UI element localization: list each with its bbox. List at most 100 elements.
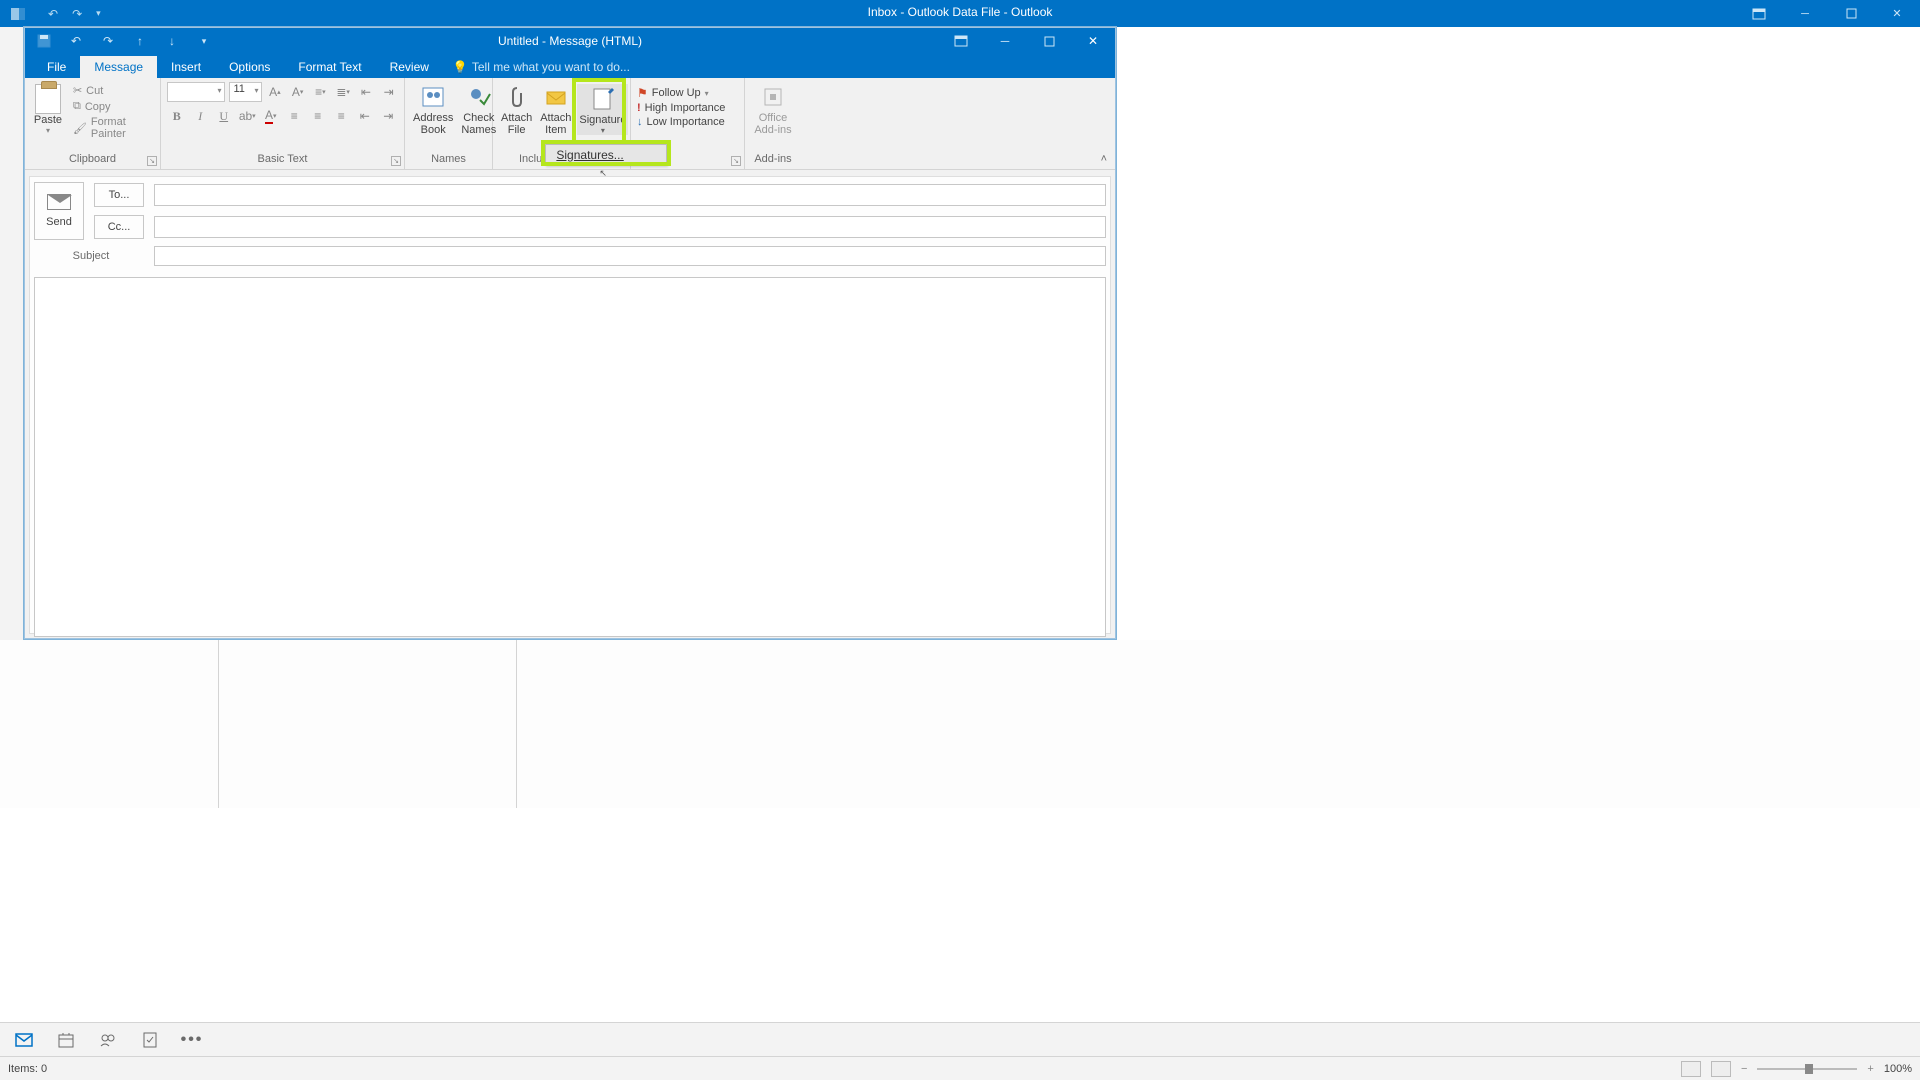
tab-review[interactable]: Review [376, 56, 443, 78]
group-label-addins: Add-ins [751, 153, 795, 167]
view-reading-icon[interactable] [1711, 1061, 1731, 1077]
paperclip-icon [502, 82, 532, 112]
tab-file[interactable]: File [33, 56, 80, 78]
to-input[interactable] [154, 184, 1106, 206]
tasks-nav-icon[interactable] [140, 1030, 160, 1050]
tab-options[interactable]: Options [215, 56, 284, 78]
signature-button[interactable]: Signature ▾ Signatures... ↖ [577, 84, 628, 135]
qat-customize-icon[interactable]: ▾ [195, 32, 213, 50]
addins-icon [758, 82, 788, 112]
attach-file-button[interactable]: Attach File [499, 82, 534, 136]
redo-icon[interactable]: ↷ [99, 32, 117, 50]
save-icon[interactable] [35, 32, 53, 50]
calendar-nav-icon[interactable] [56, 1030, 76, 1050]
font-size-input[interactable]: 11▾ [229, 82, 262, 102]
chevron-down-icon: ▾ [46, 126, 50, 135]
prev-item-icon[interactable]: ↑ [131, 32, 149, 50]
increase-indent-button[interactable]: ⇥ [379, 106, 399, 126]
minimize-icon[interactable]: ─ [1782, 0, 1828, 27]
paste-button[interactable]: Paste ▾ [31, 82, 65, 142]
ribbon-display-options-icon[interactable] [1736, 0, 1782, 27]
grow-font-button[interactable]: A▴ [266, 82, 285, 102]
underline-button[interactable]: U [214, 106, 234, 126]
highlight-button[interactable]: ab▾ [238, 106, 258, 126]
ribbon-group-tags: ⚑Follow Up▾ !High Importance ↓Low Import… [631, 78, 745, 169]
office-addins-button[interactable]: Office Add-ins [751, 82, 795, 136]
indent-button[interactable]: ⇥ [379, 82, 398, 102]
send-button[interactable]: Send [34, 182, 84, 240]
paste-label: Paste [34, 114, 62, 126]
align-left-button[interactable]: ≡ [285, 106, 305, 126]
ribbon-group-basic-text: ▾ 11▾ A▴ A▾ ≡▾ ≣▾ ⇤ ⇥ B I U ab▾ A▾ ≡ ≡ [161, 78, 405, 169]
bold-button[interactable]: B [167, 106, 187, 126]
follow-up-button[interactable]: ⚑Follow Up▾ [637, 86, 738, 100]
zoom-in-icon[interactable]: + [1867, 1063, 1873, 1075]
mail-nav-icon[interactable] [14, 1030, 34, 1050]
scissors-icon: ✂ [73, 84, 82, 97]
attach-item-icon [541, 82, 571, 112]
undo-icon[interactable]: ↶ [67, 32, 85, 50]
subject-label: Subject [34, 250, 148, 262]
bullets-button[interactable]: ≡▾ [311, 82, 330, 102]
ribbon-display-options-icon[interactable] [939, 28, 983, 54]
message-body-input[interactable] [34, 277, 1106, 637]
zoom-out-icon[interactable]: − [1741, 1063, 1747, 1075]
main-window-title: Inbox - Outlook Data File - Outlook [0, 5, 1920, 19]
attach-item-label: Attach Item [540, 112, 571, 136]
flag-icon: ⚑ [637, 86, 648, 100]
italic-button[interactable]: I [191, 106, 211, 126]
outdent-button[interactable]: ⇤ [357, 82, 376, 102]
numbering-button[interactable]: ≣▾ [334, 82, 353, 102]
cut-button[interactable]: ✂Cut [73, 84, 154, 97]
to-button[interactable]: To... [94, 183, 144, 207]
view-normal-icon[interactable] [1681, 1061, 1701, 1077]
copy-button[interactable]: ⧉Copy [73, 100, 154, 113]
align-right-button[interactable]: ≡ [332, 106, 352, 126]
check-names-label: Check Names [461, 112, 496, 136]
cc-button[interactable]: Cc... [94, 215, 144, 239]
zoom-level[interactable]: 100% [1884, 1063, 1912, 1075]
dialog-launcher-icon[interactable]: ↘ [391, 156, 401, 166]
dialog-launcher-icon[interactable]: ↘ [731, 156, 741, 166]
low-importance-button[interactable]: ↓Low Importance [637, 116, 738, 128]
chevron-down-icon: ▾ [217, 86, 221, 95]
maximize-icon[interactable] [1027, 28, 1071, 54]
tell-me-search[interactable]: 💡 Tell me what you want to do... [453, 60, 630, 78]
ribbon-group-include: Attach File Attach Item Signature ▾ Sign… [493, 78, 631, 169]
format-painter-button[interactable]: 🖌Format Painter [73, 116, 154, 140]
lightbulb-icon: 💡 [453, 60, 468, 74]
high-importance-button[interactable]: !High Importance [637, 102, 738, 114]
close-icon[interactable]: ✕ [1874, 0, 1920, 27]
shrink-font-button[interactable]: A▾ [288, 82, 307, 102]
cc-input[interactable] [154, 216, 1106, 238]
group-label-clipboard: Clipboard [31, 153, 154, 167]
tab-message[interactable]: Message [80, 56, 157, 78]
address-book-label: Address Book [413, 112, 453, 136]
attach-file-label: Attach File [501, 112, 532, 136]
maximize-icon[interactable] [1828, 0, 1874, 27]
decrease-indent-button[interactable]: ⇤ [355, 106, 375, 126]
close-icon[interactable]: ✕ [1071, 28, 1115, 54]
font-name-input[interactable]: ▾ [167, 82, 225, 102]
people-nav-icon[interactable] [98, 1030, 118, 1050]
tab-insert[interactable]: Insert [157, 56, 215, 78]
main-reading-pane-bg [0, 640, 1920, 808]
message-area: Send To... Cc... Subject [29, 176, 1111, 634]
minimize-icon[interactable]: ─ [983, 28, 1027, 54]
attach-item-button[interactable]: Attach Item [538, 82, 573, 136]
main-statusbar: Items: 0 − + 100% [0, 1056, 1920, 1080]
address-book-icon [418, 82, 448, 112]
align-center-button[interactable]: ≡ [308, 106, 328, 126]
subject-input[interactable] [154, 246, 1106, 266]
nav-more-icon[interactable]: ••• [182, 1030, 202, 1050]
dialog-launcher-icon[interactable]: ↘ [147, 156, 157, 166]
tab-format-text[interactable]: Format Text [284, 56, 375, 78]
check-names-icon [464, 82, 494, 112]
next-item-icon[interactable]: ↓ [163, 32, 181, 50]
envelope-icon [47, 194, 71, 210]
collapse-ribbon-icon[interactable]: ˄ [1101, 153, 1107, 165]
zoom-slider[interactable] [1757, 1068, 1857, 1070]
signature-icon [588, 84, 618, 114]
address-book-button[interactable]: Address Book [411, 82, 455, 136]
font-color-button[interactable]: A▾ [261, 106, 281, 126]
